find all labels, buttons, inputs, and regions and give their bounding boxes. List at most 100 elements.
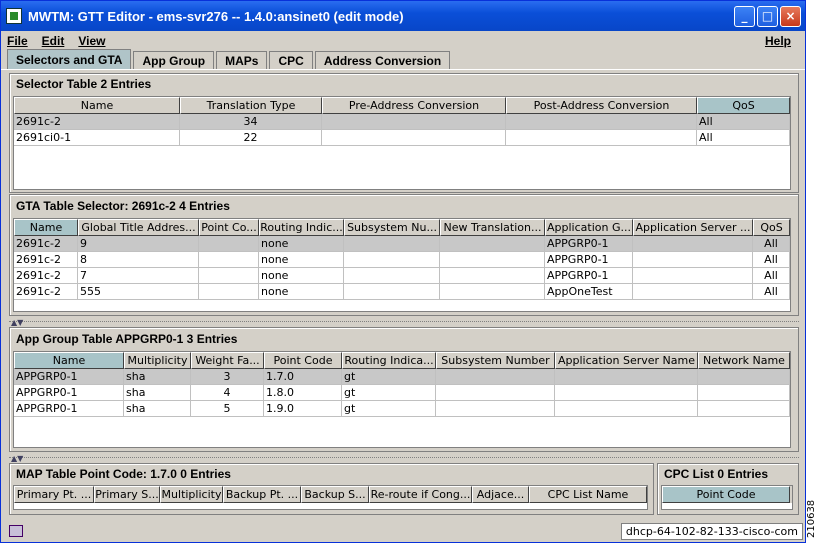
gta-column-header[interactable]: Routing Indic... [259,219,344,236]
map-column-header[interactable]: Adjace... [472,486,529,503]
map-table[interactable]: Primary Pt. ... Primary S... Multiplicity B… [13,485,648,510]
gta-table[interactable]: Name Global Title Addres... Point Co... Rou… [13,218,791,312]
table-cell: 34 [180,114,322,129]
appgroup-column-header[interactable]: Network Name [698,352,790,369]
gta-column-header[interactable]: Application G... [545,219,633,236]
table-cell [344,236,440,251]
table-cell: none [259,252,344,267]
appgroup-column-header[interactable]: Name [14,352,124,369]
gta-column-header[interactable]: Global Title Addres... [78,219,199,236]
selector-column-header[interactable]: QoS [697,97,790,114]
table-cell: sha [124,369,191,384]
splitter-arrows-icon[interactable]: ▲▼ [11,318,23,327]
menu-view[interactable]: View [78,34,105,48]
table-cell: 2691c-2 [14,252,78,267]
close-button[interactable]: × [780,5,801,27]
splitter-2[interactable]: ▲▼ [9,454,799,463]
map-column-header[interactable]: Primary Pt. ... [14,486,94,503]
table-cell [440,284,545,299]
appgroup-column-header[interactable]: Multiplicity [124,352,191,369]
selector-column-header[interactable]: Translation Type [180,97,322,114]
table-cell: 1.8.0 [264,385,342,400]
gta-column-header[interactable]: New Translation... [440,219,545,236]
appgroup-column-header[interactable]: Point Code [264,352,342,369]
map-column-header[interactable]: Backup Pt. ... [223,486,301,503]
selector-column-header[interactable]: Post-Address Conversion [506,97,697,114]
app-icon[interactable] [6,8,22,24]
map-header-row: Primary Pt. ... Primary S... Multiplicity B… [14,486,647,503]
table-cell [506,114,697,129]
table-row[interactable]: APPGRP0-1 sha 5 1.9.0 gt [14,401,790,417]
table-row[interactable]: 2691c-2 7 none APPGRP0-1 All [14,268,790,284]
table-row[interactable]: 2691ci0-1 22 All [14,130,790,146]
map-column-header[interactable]: Backup S... [301,486,369,503]
title-bar[interactable]: MWTM: GTT Editor - ems-svr276 -- 1.4.0:a… [1,1,805,31]
gta-column-header[interactable]: Point Co... [199,219,259,236]
table-cell: 555 [78,284,199,299]
splitter-arrows-icon[interactable]: ▲▼ [11,454,23,463]
tab-app-group[interactable]: App Group [133,51,215,69]
table-cell [633,284,753,299]
table-row[interactable]: 2691c-2 8 none APPGRP0-1 All [14,252,790,268]
table-row[interactable]: APPGRP0-1 sha 4 1.8.0 gt [14,385,790,401]
tab-cpc[interactable]: CPC [269,51,313,69]
map-column-header[interactable]: Re-route if Cong... [369,486,472,503]
selector-column-header[interactable]: Name [14,97,180,114]
table-cell: sha [124,401,191,416]
table-cell: AppOneTest [545,284,633,299]
table-cell [440,252,545,267]
appgroup-column-header[interactable]: Subsystem Number [436,352,555,369]
gta-column-header[interactable]: Subsystem Nu... [344,219,440,236]
cpc-table[interactable]: Point Code [661,485,793,510]
table-row[interactable]: 2691c-2 34 All [14,114,790,130]
table-row[interactable]: 2691c-2 9 none APPGRP0-1 All [14,236,790,252]
table-cell: All [697,130,790,145]
minimize-button[interactable]: _ [734,5,755,27]
splitter-1[interactable]: ▲▼ [9,318,799,327]
gta-column-header[interactable]: Name [14,219,78,236]
maximize-button[interactable]: □ [757,5,778,27]
cpc-header-row: Point Code [662,486,792,503]
table-cell [633,236,753,251]
table-cell [698,401,790,416]
gta-column-header[interactable]: QoS [753,219,790,236]
table-cell [322,130,506,145]
table-cell: 5 [191,401,264,416]
selector-table[interactable]: Name Translation Type Pre-Address Conversi… [13,96,791,190]
appgroup-column-header[interactable]: Routing Indica... [342,352,436,369]
tab-maps[interactable]: MAPs [216,51,268,69]
table-cell [199,284,259,299]
table-cell: All [753,268,790,283]
lock-icon [9,525,23,537]
tab-address-conversion[interactable]: Address Conversion [314,51,451,69]
table-cell: none [259,284,344,299]
table-cell [555,385,698,400]
table-cell [436,369,555,384]
gta-column-header[interactable]: Application Server ... [633,219,753,236]
table-cell [436,401,555,416]
tab-selectors-and-gta[interactable]: Selectors and GTA [7,49,132,69]
table-row[interactable]: APPGRP0-1 sha 3 1.7.0 gt [14,369,790,385]
window-title: MWTM: GTT Editor - ems-svr276 -- 1.4.0:a… [28,8,404,24]
map-column-header[interactable]: Multiplicity [160,486,223,503]
cpc-column-header[interactable]: Point Code [662,486,790,503]
status-host: dhcp-64-102-82-133-cisco-com [620,522,803,540]
gtt-editor-window: MWTM: GTT Editor - ems-svr276 -- 1.4.0:a… [0,0,806,543]
map-panel: MAP Table Point Code: 1.7.0 0 Entries Pr… [9,463,654,515]
map-column-header[interactable]: Primary S... [94,486,160,503]
appgroup-table[interactable]: Name Multiplicity Weight Fa... Point Code Ro… [13,351,791,448]
menu-help[interactable]: Help [765,34,791,48]
map-column-header[interactable]: CPC List Name [529,486,647,503]
appgroup-column-header[interactable]: Application Server Name [555,352,698,369]
table-cell [698,369,790,384]
table-cell [344,284,440,299]
table-cell [555,369,698,384]
menu-file[interactable]: File [7,34,28,48]
table-cell: gt [342,401,436,416]
table-row[interactable]: 2691c-2 555 none AppOneTest All [14,284,790,300]
appgroup-header-row: Name Multiplicity Weight Fa... Point Code Ro… [14,352,790,369]
appgroup-column-header[interactable]: Weight Fa... [191,352,264,369]
table-cell [440,236,545,251]
menu-edit[interactable]: Edit [42,34,65,48]
selector-column-header[interactable]: Pre-Address Conversion [322,97,506,114]
